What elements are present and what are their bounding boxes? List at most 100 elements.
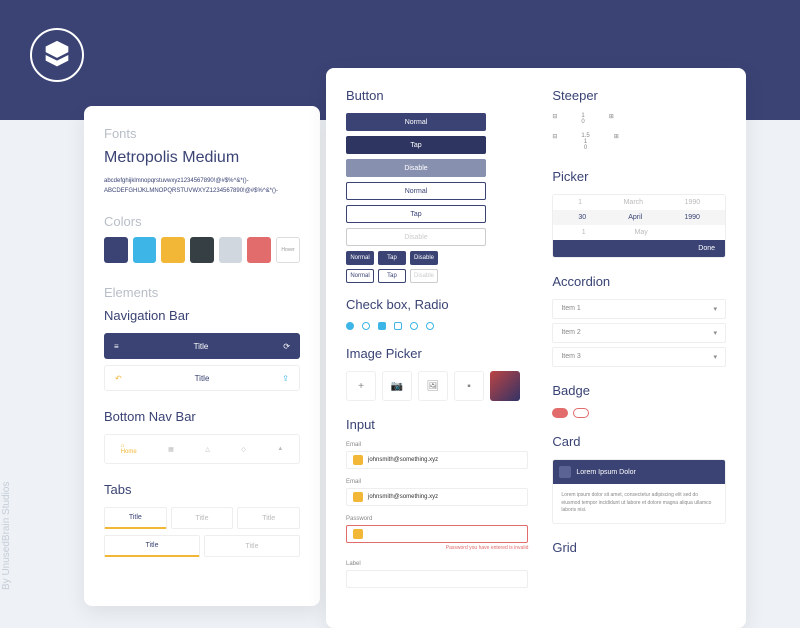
chevron-down-icon: ▾ xyxy=(713,329,717,337)
accordion-item[interactable]: Item 2▾ xyxy=(552,323,726,343)
nav-item[interactable]: ▦ xyxy=(168,446,174,453)
grid-heading: Grid xyxy=(552,540,726,555)
date-picker[interactable]: 1March1990 30April1990 1May Done xyxy=(552,194,726,258)
swatch-yellow[interactable] xyxy=(161,237,185,263)
password-field[interactable] xyxy=(346,525,528,543)
card-title: Lorem Ipsum Dolor xyxy=(576,469,636,476)
nav-home[interactable]: ⌂Home xyxy=(121,443,137,455)
image-icon[interactable]: 🖼 xyxy=(418,371,448,401)
swatch-blue[interactable] xyxy=(133,237,157,263)
checkbox-heading: Check box, Radio xyxy=(346,297,528,312)
tabs-heading: Tabs xyxy=(104,482,300,497)
picker-heading: Picker xyxy=(552,169,726,184)
card-body: Lorem ipsum dolor sit amet, consectetur … xyxy=(553,484,725,523)
button-tap-filled[interactable]: Tap xyxy=(346,136,486,154)
nav-item[interactable]: ◇ xyxy=(241,446,246,453)
nav-item[interactable]: △ xyxy=(205,446,210,453)
input-label: Label xyxy=(346,561,528,588)
kit-byline: By UnusedBrain Studios xyxy=(1,402,12,590)
input-email-2: Email johnsmith@something.xyz xyxy=(346,479,528,506)
panel-left: Fonts Metropolis Medium abcdefghijklmnop… xyxy=(84,106,320,606)
color-swatches: Hover xyxy=(104,237,300,263)
plus-icon[interactable]: ⊞ xyxy=(614,133,619,151)
back-icon[interactable]: ↶ xyxy=(115,374,122,383)
tabs-row: Title Title xyxy=(104,535,300,557)
stepper-row: ⊟ 10 ⊞ xyxy=(552,113,726,125)
card-sample: Lorem Ipsum Dolor Lorem ipsum dolor sit … xyxy=(552,459,726,524)
swatch-hover[interactable]: Hover xyxy=(276,237,300,263)
checkbox-off[interactable] xyxy=(394,322,402,330)
btn-sm-normal-o[interactable]: Normal xyxy=(346,269,374,283)
badges-row xyxy=(552,408,726,418)
input-heading: Input xyxy=(346,417,528,432)
button-normal-filled[interactable]: Normal xyxy=(346,113,486,131)
tabs-row: Title Title Title xyxy=(104,507,300,529)
email-field[interactable]: johnsmith@something.xyz xyxy=(346,488,528,506)
bottomnav-heading: Bottom Nav Bar xyxy=(104,409,300,424)
radio-off[interactable] xyxy=(426,322,434,330)
mail-icon xyxy=(353,492,363,502)
navbar-dark: ≡ Title ⟳ xyxy=(104,333,300,359)
btn-sm-tap[interactable]: Tap xyxy=(378,251,406,265)
chevron-down-icon: ▾ xyxy=(713,353,717,361)
picker-done[interactable]: Done xyxy=(553,240,725,257)
action-icon[interactable]: ⟳ xyxy=(283,342,290,351)
btn-sm-normal[interactable]: Normal xyxy=(346,251,374,265)
button-normal-outline[interactable]: Normal xyxy=(346,182,486,200)
menu-icon[interactable]: ≡ xyxy=(114,342,119,351)
badge-filled xyxy=(552,408,568,418)
brand-logo xyxy=(30,28,84,82)
button-tap-outline[interactable]: Tap xyxy=(346,205,486,223)
add-image[interactable]: + xyxy=(346,371,376,401)
email-field[interactable]: johnsmith@something.xyz xyxy=(346,451,528,469)
chevron-down-icon: ▾ xyxy=(713,305,717,313)
side-title: BlueMonkey Mobile UI KIT By UnusedBrain … xyxy=(0,402,12,590)
swatch-navy[interactable] xyxy=(104,237,128,263)
elements-heading: Elements xyxy=(104,285,300,300)
nav-item[interactable]: ▲ xyxy=(277,446,283,452)
swatch-grey[interactable] xyxy=(219,237,243,263)
swatch-red[interactable] xyxy=(247,237,271,263)
accordion-item[interactable]: Item 1▾ xyxy=(552,299,726,319)
tab[interactable]: Title xyxy=(171,507,234,529)
image-picker-row: + 📷 🖼 ▪ xyxy=(346,371,528,401)
tab[interactable]: Title xyxy=(237,507,300,529)
tab-active[interactable]: Title xyxy=(104,535,200,557)
minus-icon[interactable]: ⊟ xyxy=(552,113,557,125)
plus-icon[interactable]: ⊞ xyxy=(609,113,614,125)
error-text: Password you have entered is invalid xyxy=(346,545,528,551)
font-name: Metropolis Medium xyxy=(104,149,300,167)
camera-icon[interactable]: 📷 xyxy=(382,371,412,401)
radio-on[interactable] xyxy=(346,322,354,330)
stepper-row: ⊟ 1.510 ⊞ xyxy=(552,133,726,151)
accordion-heading: Accordion xyxy=(552,274,726,289)
radio-off[interactable] xyxy=(410,322,418,330)
lock-icon xyxy=(353,529,363,539)
badge-heading: Badge xyxy=(552,383,726,398)
gallery-icon[interactable]: ▪ xyxy=(454,371,484,401)
input-password: Password Password you have entered is in… xyxy=(346,516,528,551)
button-disable-outline: Disable xyxy=(346,228,486,246)
minus-icon[interactable]: ⊟ xyxy=(552,133,557,151)
tab-active[interactable]: Title xyxy=(104,507,167,529)
badge-outline xyxy=(573,408,589,418)
btn-sm-tap-o[interactable]: Tap xyxy=(378,269,406,283)
share-icon[interactable]: ⇪ xyxy=(282,374,289,383)
colors-heading: Colors xyxy=(104,214,300,229)
checkbox-on[interactable] xyxy=(378,322,386,330)
image-thumb[interactable] xyxy=(490,371,520,401)
radio-off[interactable] xyxy=(362,322,370,330)
text-field[interactable] xyxy=(346,570,528,588)
tab[interactable]: Title xyxy=(204,535,300,557)
mail-icon xyxy=(353,455,363,465)
btn-sm-disable-o: Disable xyxy=(410,269,438,283)
card-heading: Card xyxy=(552,434,726,449)
imagepicker-heading: Image Picker xyxy=(346,346,528,361)
navbar-heading: Navigation Bar xyxy=(104,308,300,323)
card-avatar xyxy=(559,466,571,478)
btn-sm-disable: Disable xyxy=(410,251,438,265)
navbar-title: Title xyxy=(194,342,209,351)
accordion-item[interactable]: Item 3▾ xyxy=(552,347,726,367)
fonts-heading: Fonts xyxy=(104,126,300,141)
swatch-dark[interactable] xyxy=(190,237,214,263)
